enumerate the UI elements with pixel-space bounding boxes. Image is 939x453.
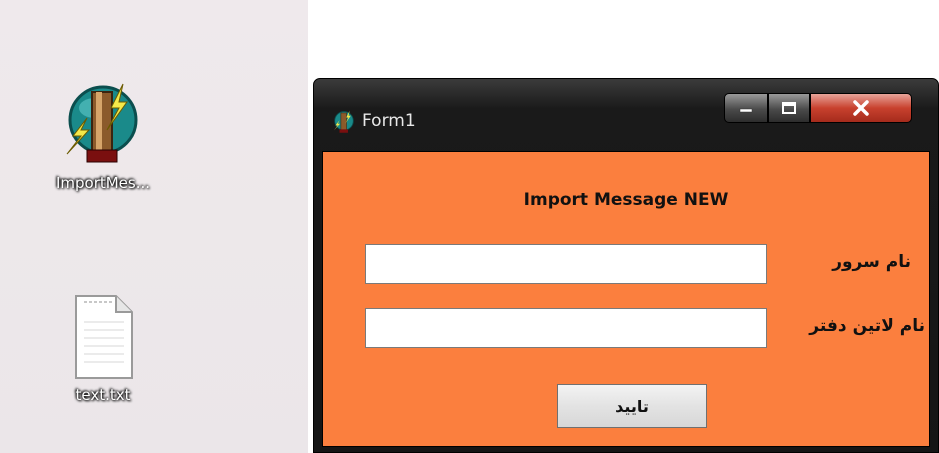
minimize-button[interactable]: [724, 93, 768, 123]
desktop: ImportMes... text.txt: [0, 0, 308, 453]
form-client-area: Import Message NEW نام سرور نام لاتین دف…: [322, 151, 930, 447]
desktop-icon-importmessage[interactable]: ImportMes...: [43, 78, 163, 192]
form1-window: Form1 Import Message NEW نام سرور نام لا…: [313, 78, 939, 453]
close-button[interactable]: [810, 93, 912, 123]
maximize-icon: [782, 102, 796, 114]
office-latin-name-input[interactable]: [365, 308, 767, 348]
window-title: Form1: [362, 111, 416, 131]
form-heading: Import Message NEW: [523, 190, 729, 210]
title-bar[interactable]: Form1: [314, 79, 938, 145]
minimize-icon: [739, 108, 753, 113]
server-name-label: نام سرور: [832, 252, 911, 272]
close-icon: [853, 100, 869, 116]
desktop-icon-text-file[interactable]: text.txt: [43, 292, 163, 404]
confirm-button[interactable]: تایید: [557, 384, 707, 428]
text-file-icon: [75, 295, 133, 379]
server-name-input[interactable]: [365, 244, 767, 284]
app-lightning-icon: [333, 110, 354, 133]
office-latin-name-label: نام لاتین دفتر: [809, 316, 925, 336]
app-lightning-icon: [66, 83, 138, 163]
desktop-icon-label: text.txt: [75, 386, 131, 404]
maximize-button[interactable]: [768, 93, 810, 123]
desktop-icon-label: ImportMes...: [55, 174, 151, 192]
